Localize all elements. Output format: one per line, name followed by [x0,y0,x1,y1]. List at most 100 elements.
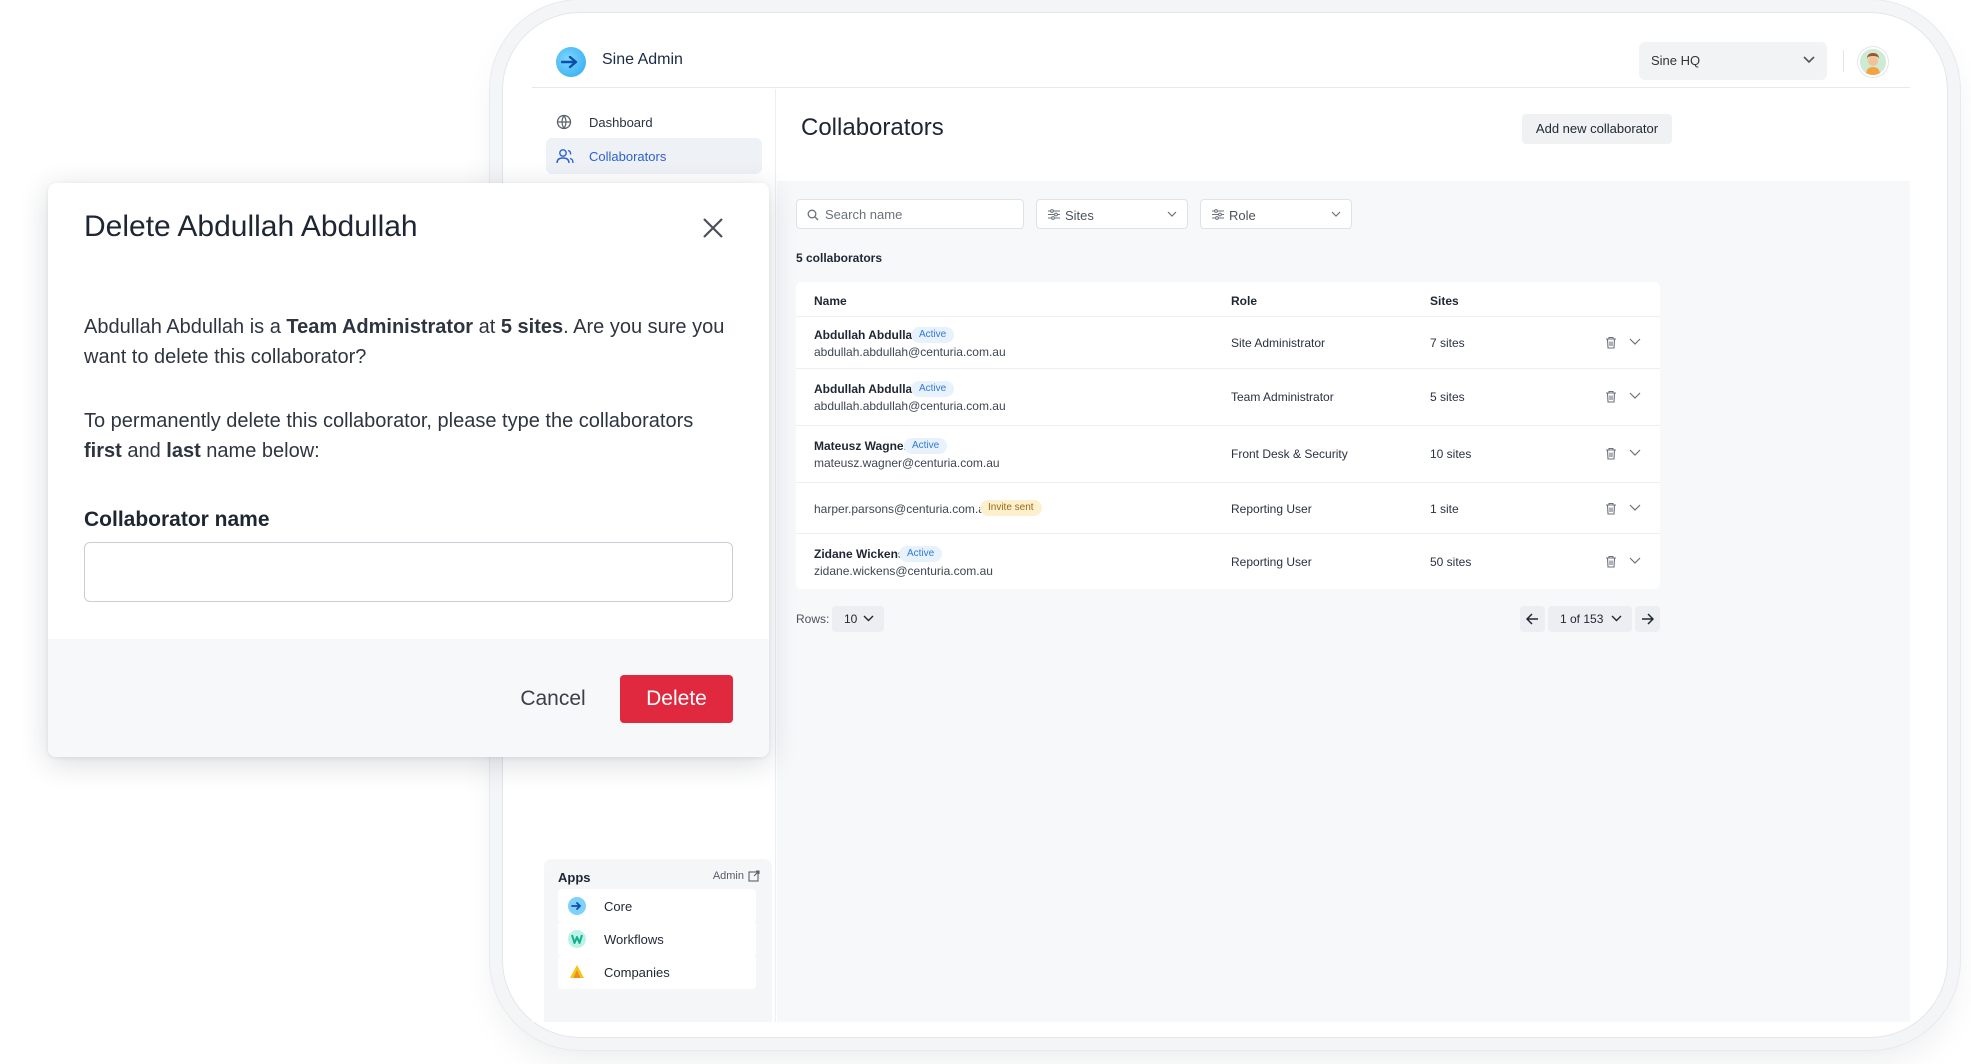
workflows-logo-icon [568,930,586,948]
rows-per-page-select[interactable]: 10 [832,606,884,632]
page-indicator: 1 of 153 [1560,612,1604,626]
collaborator-name-input[interactable] [84,542,733,602]
dialog-message: Abdullah Abdullah is a Team Administrato… [84,316,725,368]
trash-icon[interactable] [1605,502,1617,515]
collaborator-sites: 5 sites [1430,390,1465,404]
status-badge: Active [911,327,955,343]
app-core[interactable]: Core [558,889,756,923]
chevron-down-icon [863,615,874,622]
column-header-sites[interactable]: Sites [1430,294,1459,308]
main-content: Sites Role 5 collaborators Name Role Sit… [777,181,1910,1022]
sidebar-item-label: Dashboard [589,115,653,130]
app-name[interactable]: Sine Admin [602,51,683,69]
table-row[interactable]: Abdullah Abdullah Active abdullah.abdull… [796,368,1660,425]
apps-title: Apps [558,870,591,885]
close-icon[interactable] [703,218,723,238]
table-row[interactable]: Abdullah Abdullah Active abdullah.abdull… [796,316,1660,368]
next-page-button[interactable] [1635,606,1660,632]
collaborators-table: Name Role Sites Abdullah Abdullah Active… [796,282,1660,589]
users-icon [556,149,574,164]
status-badge: Active [899,546,943,562]
trash-icon[interactable] [1605,336,1617,349]
trash-icon[interactable] [1605,390,1617,403]
arrow-left-icon [1526,613,1538,625]
collaborator-sites: 7 sites [1430,336,1465,350]
collaborator-name: Mateusz Wagner [814,439,909,453]
apps-panel: Apps Admin Core Workflows Companies [544,859,772,1022]
filter-label: Role [1229,208,1256,223]
chevron-down-icon[interactable] [1629,392,1641,399]
top-bar: Sine Admin Sine HQ [532,40,1910,88]
core-logo-icon [568,897,586,915]
divider [1843,50,1844,72]
collaborator-role: Site Administrator [1231,336,1326,350]
collaborator-name-label: Collaborator name [84,508,270,531]
apps-admin-link[interactable]: Admin [713,870,744,882]
collaborator-email: abdullah.abdullah@centuria.com.au [814,345,1006,359]
app-label: Companies [604,965,670,980]
search-box[interactable] [796,199,1024,229]
collaborator-sites: 10 sites [1430,447,1472,461]
collaborator-email: zidane.wickens@centuria.com.au [814,564,993,578]
status-badge: Active [911,381,955,397]
collaborator-role: Reporting User [1231,555,1312,569]
page-select[interactable]: 1 of 153 [1548,606,1632,632]
app-label: Workflows [604,932,664,947]
workspace-select[interactable]: Sine HQ [1639,42,1827,80]
trash-icon[interactable] [1605,447,1617,460]
globe-icon [556,114,572,130]
dialog-instruction: To permanently delete this collaborator,… [84,410,694,462]
collaborator-count: 5 collaborators [796,251,883,265]
sine-logo-icon [556,47,586,77]
delete-button[interactable]: Delete [620,675,733,723]
sidebar-item-collaborators[interactable]: Collaborators [546,138,762,174]
delete-collaborator-dialog: Delete Abdullah Abdullah Abdullah Abdull… [48,183,769,757]
chevron-down-icon [1331,211,1341,217]
rows-per-page-value: 10 [844,612,858,626]
page-title: Collaborators [801,114,944,141]
chevron-down-icon [1803,56,1815,64]
rows-label: Rows: [796,612,830,626]
arrow-right-icon [1642,613,1654,625]
search-icon [807,209,819,221]
dialog-footer: Cancel Delete [48,639,769,757]
collaborator-email: harper.parsons@centuria.com.au [814,502,992,516]
filter-icon [1212,209,1224,220]
sidebar-item-label: Collaborators [589,149,667,164]
app-workflows[interactable]: Workflows [558,922,756,956]
dialog-title: Delete Abdullah Abdullah [84,210,418,243]
collaborator-email: mateusz.wagner@centuria.com.au [814,456,1000,470]
collaborator-email: abdullah.abdullah@centuria.com.au [814,399,1006,413]
workspace-label: Sine HQ [1651,53,1701,68]
table-row[interactable]: Zidane Wickens Active zidane.wickens@cen… [796,533,1660,589]
avatar[interactable] [1858,47,1888,77]
table-row[interactable]: harper.parsons@centuria.com.au Invite se… [796,482,1660,533]
role-filter[interactable]: Role [1200,199,1352,229]
collaborator-name: Abdullah Abdullah [814,328,920,342]
collaborator-name: Abdullah Abdullah [814,382,920,396]
previous-page-button[interactable] [1520,606,1545,632]
sites-filter[interactable]: Sites [1036,199,1188,229]
filter-icon [1048,209,1060,220]
chevron-down-icon[interactable] [1629,557,1641,564]
app-label: Core [604,899,633,914]
trash-icon[interactable] [1605,555,1617,568]
cancel-button[interactable]: Cancel [497,675,609,723]
column-header-role[interactable]: Role [1231,294,1257,308]
collaborator-sites: 1 site [1430,502,1459,516]
app-companies[interactable]: Companies [558,955,756,989]
filter-label: Sites [1065,208,1094,223]
chevron-down-icon [1167,211,1177,217]
search-input[interactable] [825,204,1015,224]
chevron-down-icon[interactable] [1629,338,1641,345]
sidebar-item-dashboard[interactable]: Dashboard [546,104,762,140]
table-row[interactable]: Mateusz Wagner Active mateusz.wagner@cen… [796,425,1660,482]
column-header-name[interactable]: Name [814,294,847,308]
collaborator-role: Front Desk & Security [1231,447,1348,461]
chevron-down-icon[interactable] [1629,504,1641,511]
external-link-icon[interactable] [748,870,760,882]
chevron-down-icon [1611,615,1622,622]
chevron-down-icon[interactable] [1629,449,1641,456]
add-collaborator-button[interactable]: Add new collaborator [1522,114,1672,144]
status-badge: Active [904,438,948,454]
